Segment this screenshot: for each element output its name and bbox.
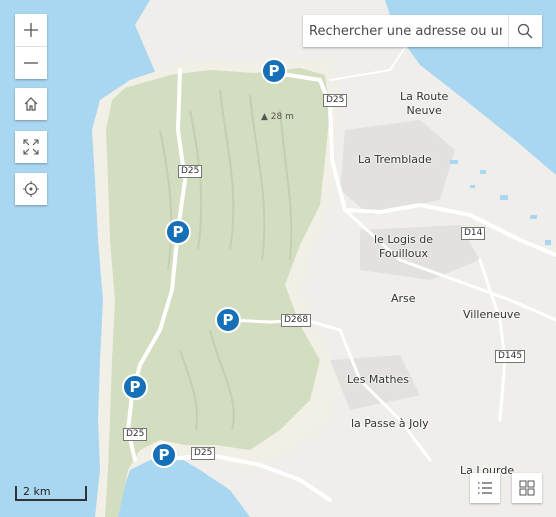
place-le-logis-de-fouilloux: le Logis de Fouilloux [374,233,434,260]
scale-bar: 2 km [15,485,87,501]
elevation-marker: ▲ 28 m [261,112,294,122]
fullscreen-button[interactable] [15,131,47,163]
expand-icon [23,139,39,155]
place-la-tremblade: La Tremblade [358,153,432,166]
search-widget [303,15,542,47]
place-la-route-neuve: La Route Neuve [400,90,449,117]
plus-icon [24,23,38,37]
home-icon [24,97,38,111]
zoom-controls [15,14,47,79]
zoom-out-button[interactable] [15,46,47,79]
parking-marker[interactable]: P [122,374,148,400]
home-button[interactable] [15,88,47,120]
search-button[interactable] [508,15,541,47]
locate-icon [23,181,39,197]
parking-marker[interactable]: P [261,58,287,84]
road-label-d268: D268 [281,314,312,327]
minus-icon [24,62,38,64]
search-icon [517,23,533,39]
parking-marker[interactable]: P [215,307,241,333]
scale-bar-label: 2 km [23,485,51,498]
locate-button[interactable] [15,173,47,205]
place-villeneuve: Villeneuve [463,308,521,321]
grid-icon [519,480,535,496]
place-arse: Arse [391,292,416,305]
road-label-d25-north: D25 [323,94,348,107]
road-label-d25-west: D25 [178,165,203,178]
list-icon [478,482,492,494]
place-la-passe-a-joly: la Passe à Joly [351,417,429,430]
parking-marker[interactable]: P [165,219,191,245]
road-label-d14: D14 [461,227,486,240]
place-les-mathes: Les Mathes [347,373,409,386]
search-input[interactable] [303,15,508,47]
zoom-in-button[interactable] [15,14,47,46]
layer-list-button[interactable] [470,473,500,503]
basemap-gallery-button[interactable] [512,473,542,503]
map-view[interactable]: La Route Neuve La Tremblade le Logis de Fo… [0,0,556,517]
parking-marker[interactable]: P [151,442,177,468]
road-label-d25-coast: D25 [191,447,216,460]
road-label-d145: D145 [495,350,526,363]
road-label-d25-south: D25 [123,428,148,441]
elevation-label: 28 m [270,112,294,122]
